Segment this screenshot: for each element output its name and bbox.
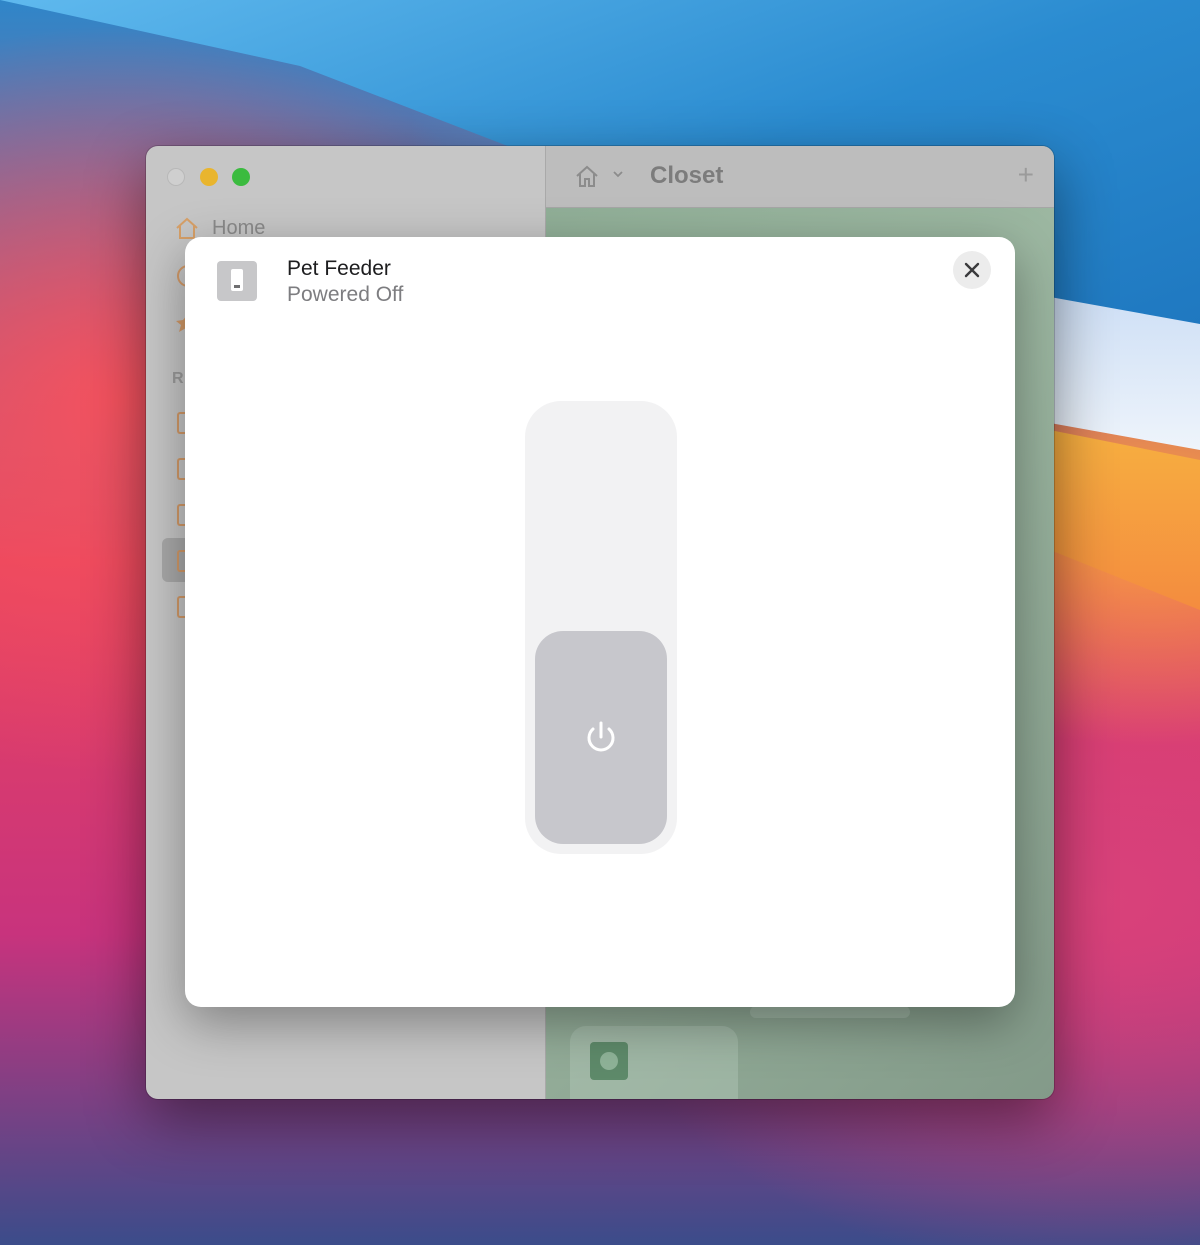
window-close-button[interactable] <box>167 168 185 186</box>
room-icon[interactable] <box>177 412 185 434</box>
toolbar: Closet + <box>546 146 1054 208</box>
power-icon <box>587 721 615 751</box>
room-icon[interactable] <box>177 458 185 480</box>
room-icon[interactable] <box>177 596 185 618</box>
window-zoom-button[interactable] <box>232 168 250 186</box>
accessory-tile[interactable] <box>750 1006 910 1018</box>
close-icon <box>964 262 980 278</box>
room-title: Closet <box>650 162 724 189</box>
close-button[interactable] <box>953 251 991 289</box>
accessory-detail-dialog: Pet Feeder Powered Off <box>185 237 1015 1007</box>
switch-icon <box>217 261 257 301</box>
accessory-name: Pet Feeder <box>287 257 391 280</box>
window-minimize-button[interactable] <box>200 168 218 186</box>
power-toggle[interactable] <box>525 401 677 854</box>
accessory-tile-icon <box>590 1042 628 1080</box>
add-button[interactable]: + <box>1018 161 1034 189</box>
room-icon[interactable] <box>177 504 185 526</box>
power-toggle-knob[interactable] <box>535 631 667 844</box>
sidebar-section-label: R <box>172 370 184 387</box>
accessory-tile[interactable] <box>570 1026 738 1099</box>
home-icon[interactable] <box>574 164 600 188</box>
chevron-down-icon[interactable] <box>612 168 624 180</box>
room-icon[interactable] <box>177 550 185 572</box>
home-icon <box>176 217 198 239</box>
switch-icon-indicator <box>234 285 240 288</box>
accessory-status: Powered Off <box>287 283 404 306</box>
